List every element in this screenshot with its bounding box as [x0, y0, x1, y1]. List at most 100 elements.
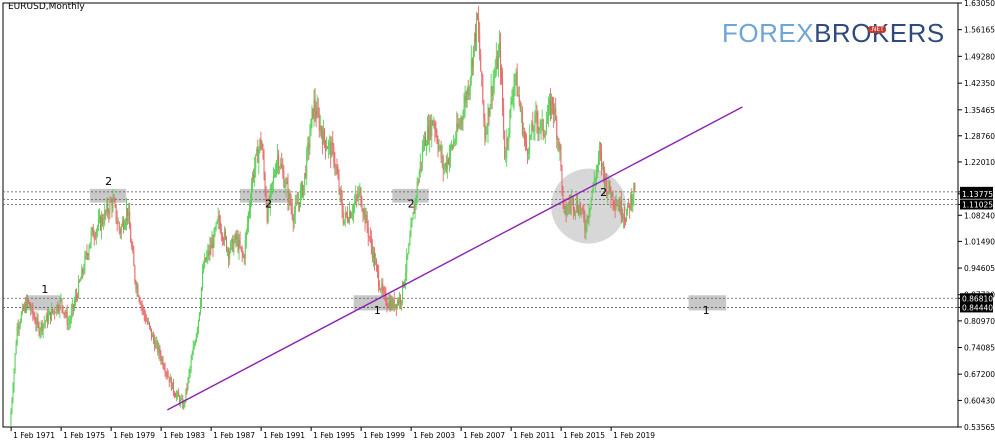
candle-body: [631, 194, 633, 205]
y-tick-label: 0.60430: [964, 396, 995, 405]
candle-body: [532, 122, 534, 132]
candle-body: [536, 112, 538, 122]
candle-body: [209, 245, 211, 255]
candle-body: [15, 344, 17, 354]
candle-body: [468, 87, 470, 96]
candle-body: [497, 51, 499, 69]
candle-body: [443, 168, 445, 171]
candle-body: [134, 265, 136, 282]
candle-body: [168, 376, 170, 383]
candle-body: [620, 200, 622, 217]
candle-body: [431, 120, 433, 137]
candle-body: [413, 212, 415, 214]
y-tick-label: 0.67200: [964, 370, 995, 379]
candle-body: [544, 133, 546, 136]
candle-body: [426, 145, 428, 147]
candle-body: [246, 223, 248, 231]
candle-body: [442, 156, 444, 171]
candle-body: [227, 249, 229, 251]
candle-body: [325, 140, 326, 150]
candle-body: [547, 105, 549, 118]
candle-body: [179, 396, 181, 404]
candle-body: [530, 134, 532, 136]
candle-body: [202, 272, 204, 288]
candle-body: [553, 105, 555, 115]
candle-body: [29, 302, 31, 308]
candle-body: [43, 322, 45, 324]
candle-body: [328, 142, 330, 149]
annotation-label: 2: [600, 186, 607, 199]
candle-body: [71, 304, 73, 311]
candle-body: [496, 56, 498, 69]
candle-body: [45, 314, 47, 322]
candle-body: [504, 130, 506, 159]
candle-body: [251, 186, 253, 202]
candle-body: [537, 121, 539, 130]
price-label: 0.86810: [962, 294, 993, 303]
candle-body: [170, 377, 172, 390]
candle-body: [153, 334, 155, 341]
candle-body: [572, 198, 574, 211]
candle-body: [61, 298, 63, 306]
candle-body: [459, 124, 461, 126]
candle-body: [242, 253, 244, 257]
candle-body: [308, 143, 310, 148]
price-label: 1.13775: [962, 190, 993, 199]
candle-body: [81, 268, 83, 280]
candle-body: [188, 372, 190, 379]
candle-body: [103, 223, 105, 225]
candle-body: [16, 326, 18, 345]
candle-body: [344, 212, 346, 220]
y-tick-label: 1.35465: [964, 106, 995, 115]
candle-body: [493, 75, 495, 82]
candle-body: [394, 304, 396, 309]
candle-body: [31, 306, 33, 311]
candle-body: [436, 132, 438, 142]
candle-body: [594, 180, 596, 182]
candle-body: [304, 173, 306, 186]
candle-body: [218, 215, 220, 223]
candle-body: [428, 126, 430, 141]
candle-body: [309, 135, 311, 148]
candle-body: [151, 328, 153, 338]
candle-body: [509, 109, 511, 134]
candle-body: [558, 138, 560, 150]
candle-body: [133, 252, 135, 266]
candle-body: [456, 123, 458, 139]
candle-body: [182, 398, 184, 408]
candle-body: [409, 237, 411, 245]
candle-body: [526, 140, 528, 150]
candle-body: [196, 328, 198, 335]
candle-body: [393, 299, 395, 309]
candle-body: [284, 186, 286, 188]
candle-body: [489, 105, 491, 117]
candle-body: [293, 214, 295, 223]
candle-body: [410, 225, 412, 238]
candle-body: [237, 237, 239, 251]
candle-body: [177, 392, 179, 395]
candle-body: [42, 323, 44, 331]
candle-body: [338, 178, 340, 192]
candle-body: [26, 298, 28, 312]
candle-body: [467, 88, 469, 96]
candle-body: [300, 190, 301, 206]
candle-body: [216, 220, 218, 223]
candle-body: [106, 203, 108, 213]
brand-badge: .NET: [868, 26, 886, 33]
candle-body: [171, 382, 173, 390]
candle-body: [462, 117, 464, 119]
candle-body: [101, 217, 103, 230]
candle-body: [419, 161, 421, 173]
candle-body: [208, 250, 210, 255]
candle-body: [145, 320, 147, 322]
y-tick-label: 0.94605: [964, 264, 995, 273]
candle-body: [117, 222, 119, 224]
candle-body: [389, 300, 391, 310]
candle-body: [91, 227, 93, 232]
candle-body: [575, 210, 576, 212]
candle-body: [484, 118, 486, 140]
candle-body: [581, 208, 583, 211]
candle-body: [520, 110, 522, 112]
candle-body: [482, 75, 484, 102]
candle-body: [501, 71, 503, 78]
